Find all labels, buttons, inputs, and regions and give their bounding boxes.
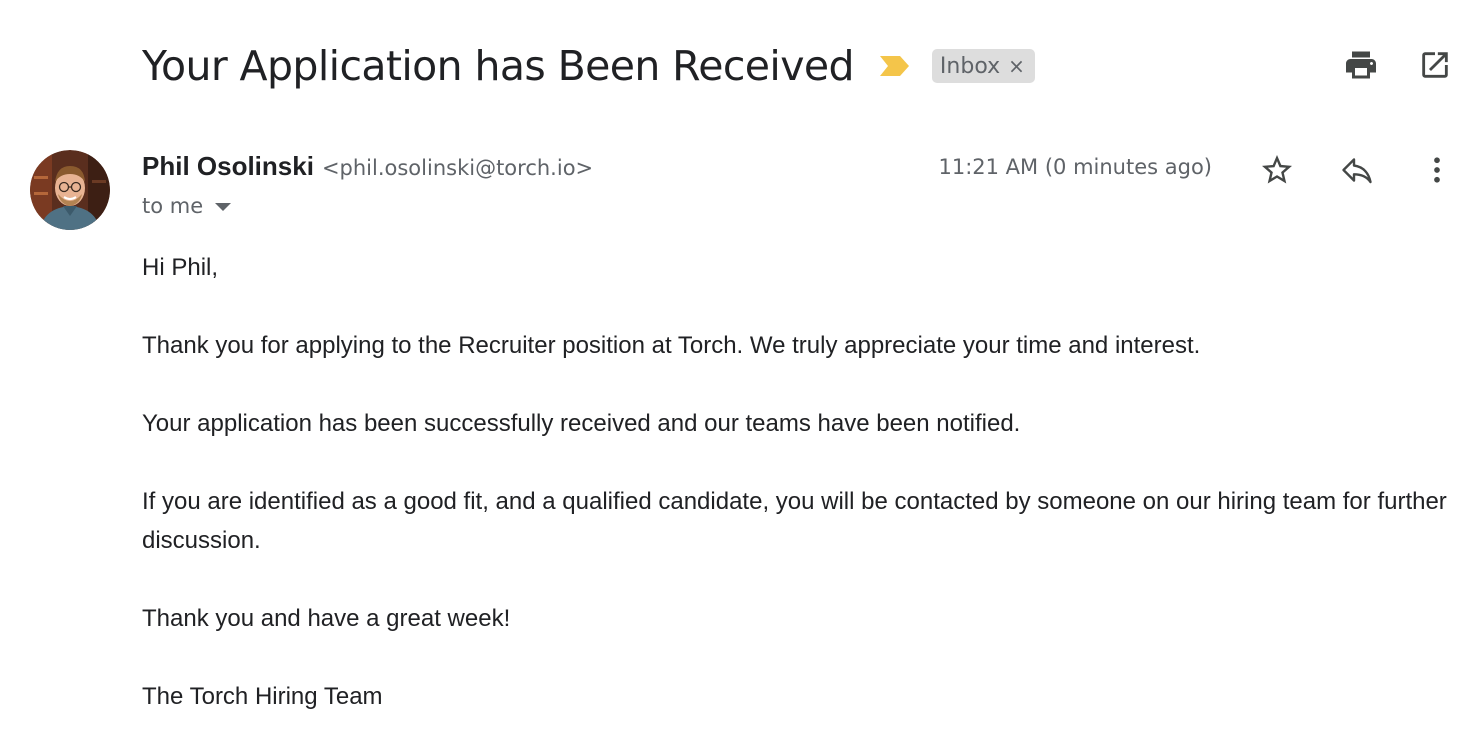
reply-icon xyxy=(1342,158,1372,184)
thread-actions xyxy=(1340,44,1456,86)
sender-email: <phil.osolinski@torch.io> xyxy=(321,156,594,180)
body-greeting: Hi Phil, xyxy=(142,254,219,281)
body-signature: The Torch Hiring Team xyxy=(142,683,383,710)
print-icon xyxy=(1346,51,1376,79)
sender-avatar[interactable] xyxy=(30,150,110,230)
open-in-new-window-button[interactable] xyxy=(1414,44,1456,86)
label-chip-text: Inbox xyxy=(939,53,1001,79)
message-actions xyxy=(1256,149,1458,191)
open-in-new-window-icon xyxy=(1422,52,1448,78)
more-options-button[interactable] xyxy=(1416,149,1458,191)
body-paragraph: Thank you and have a great week! xyxy=(142,605,511,632)
sender-name[interactable]: Phil Osolinski xyxy=(142,151,314,182)
more-vertical-icon xyxy=(1434,157,1440,183)
star-icon xyxy=(1262,155,1292,184)
chevron-down-icon[interactable] xyxy=(215,203,232,211)
reply-button[interactable] xyxy=(1336,149,1378,191)
message-timestamp: 11:21 AM (0 minutes ago) xyxy=(938,155,1212,179)
email-subject: Your Application has Been Received xyxy=(142,42,855,90)
body-paragraph: Your application has been successfully r… xyxy=(142,410,1021,437)
print-button[interactable] xyxy=(1340,44,1382,86)
sender-info: Phil Osolinski <phil.osolinski@torch.io> xyxy=(142,151,593,189)
recipient-text: to me xyxy=(142,194,204,218)
body-paragraph: If you are identified as a good fit, and… xyxy=(142,488,1447,554)
subject-row: Your Application has Been Received Inbox… xyxy=(142,38,1035,94)
message-body: Hi Phil, Thank you for applying to the R… xyxy=(142,248,1452,755)
star-button[interactable] xyxy=(1256,149,1298,191)
body-paragraph: Thank you for applying to the Recruiter … xyxy=(142,332,1201,359)
importance-marker-icon[interactable] xyxy=(878,53,912,79)
remove-label-button[interactable]: × xyxy=(1008,56,1025,76)
recipient-details-toggle[interactable]: to me xyxy=(142,194,232,218)
inbox-label-chip: Inbox × xyxy=(931,49,1035,83)
